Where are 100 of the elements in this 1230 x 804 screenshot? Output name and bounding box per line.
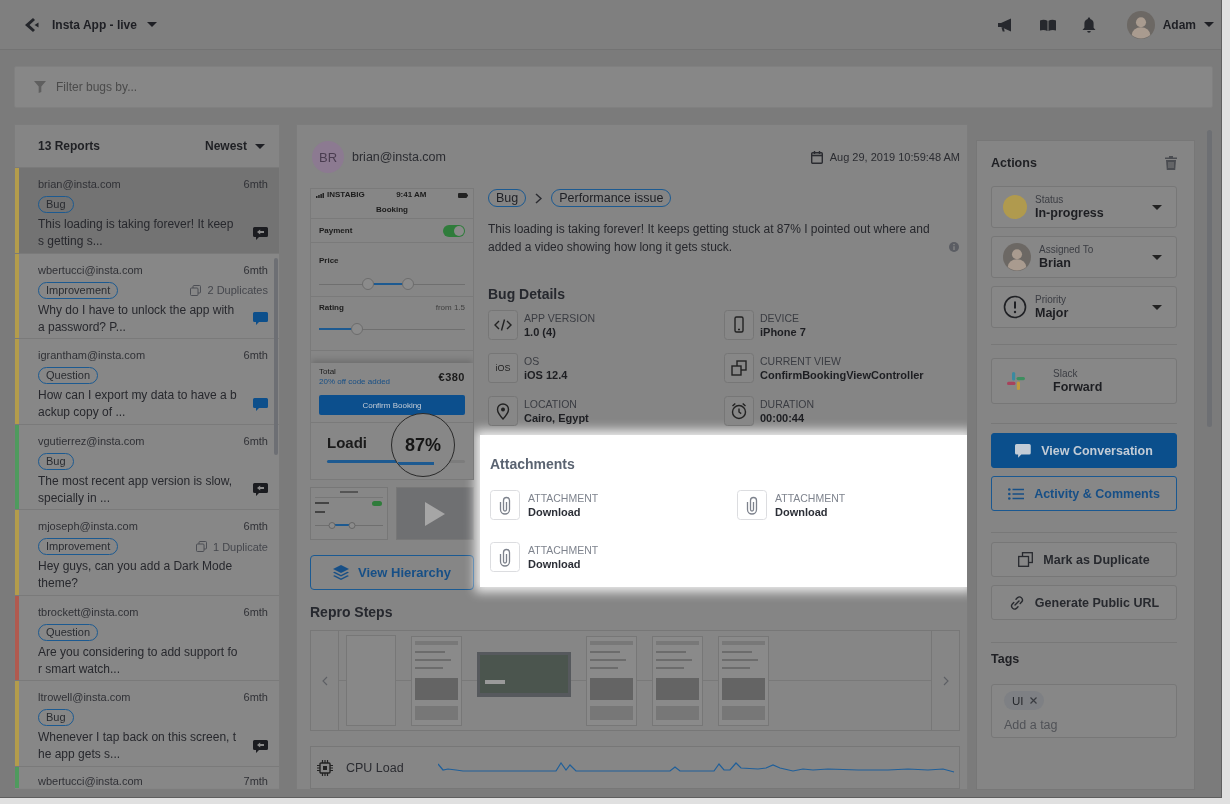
os-tile: iOS — [488, 353, 518, 383]
screen-thumbnail-drawing[interactable] — [310, 487, 388, 540]
setting-label: Price — [319, 256, 339, 265]
chevron-left-icon — [321, 675, 328, 686]
report-description: This loading is taking forever! It keeps getting stuck at 87% I pointed out where and added a video showing how long it gets stuck. — [488, 221, 931, 256]
step-screen-drawing[interactable] — [652, 635, 703, 726]
chevron-right-icon — [535, 192, 543, 204]
status-dropdown[interactable]: Status In-progress — [991, 186, 1177, 228]
alarm-clock-icon — [724, 396, 754, 426]
step-screen-drawing[interactable] — [586, 635, 637, 726]
detail-label: LOCATION — [524, 397, 578, 411]
attachment-label: ATTACHMENT — [775, 491, 846, 505]
trash-icon — [1165, 156, 1177, 170]
section-title: Attachments — [490, 456, 576, 472]
megaphone-icon[interactable] — [996, 17, 1013, 32]
detail-label: DEVICE — [760, 311, 801, 325]
discount-note: 20% off code added — [319, 377, 391, 387]
report-age: 6mth — [243, 263, 268, 276]
activity-comments-button[interactable]: Activity & Comments — [991, 476, 1177, 511]
tag-chip[interactable]: UI — [1004, 691, 1044, 710]
signal-icon — [316, 192, 324, 198]
paperclip-icon — [737, 490, 767, 520]
total-amount: €380 — [438, 371, 465, 383]
squares-icon — [724, 353, 754, 383]
step-screen-drawing[interactable] — [411, 635, 462, 726]
section-title: Actions — [991, 156, 1037, 170]
report-item[interactable]: mjoseph@insta.com 6mth Improvement 1 Duplicate Hey guys, can you add a Dark Mode theme? — [15, 510, 279, 596]
report-age: 6mth — [243, 349, 268, 361]
phone-icon — [724, 310, 754, 340]
layers-icon — [333, 565, 349, 580]
report-age: 6mth — [243, 605, 268, 618]
detail-value: iPhone 7 — [760, 324, 806, 339]
trash-button[interactable] — [1165, 156, 1177, 170]
setting-hint: from 1.5 — [435, 303, 465, 312]
caret-icon — [1204, 22, 1214, 27]
download-link[interactable]: Download — [528, 504, 581, 519]
screen-title: Booking — [376, 205, 408, 214]
battery-icon — [458, 192, 468, 198]
exclamation-icon — [1003, 295, 1027, 319]
user-avatar-icon — [1126, 10, 1155, 39]
location-pin-icon — [488, 396, 518, 426]
detail-value: iOS 12.4 — [524, 367, 568, 382]
download-link[interactable]: Download — [775, 504, 828, 519]
view-hierarchy-button[interactable]: View Hierarchy — [310, 555, 474, 590]
public-url-button[interactable]: Generate Public URL — [991, 585, 1177, 620]
mark-duplicate-button[interactable]: Mark as Duplicate — [991, 542, 1177, 577]
user-menu-button[interactable]: Adam — [1126, 10, 1214, 39]
report-age: 6mth — [243, 520, 268, 532]
caret-icon — [1152, 304, 1162, 310]
view-conversation-button[interactable]: View Conversation — [991, 433, 1177, 468]
detail-label: APP VERSION — [524, 311, 595, 325]
loading-label: Loadi — [327, 434, 367, 451]
report-item[interactable]: tbrockett@insta.com 6mth Question Are you considering to add support for smart watch... — [15, 595, 279, 681]
report-age: 6mth — [243, 178, 268, 190]
chat-bubble-icon — [1015, 443, 1032, 458]
reporter-email: ltrowell@insta.com — [38, 691, 131, 703]
filter-input[interactable]: Filter bugs by... — [56, 77, 1212, 97]
reporter-email: wbertucci@insta.com — [38, 774, 143, 787]
report-item[interactable]: brian@insta.com 6mth Bug This loading is taking forever! It keeps getting s... — [15, 168, 279, 254]
duplicate-count: 1 Duplicate — [212, 540, 268, 553]
detail-label: CURRENT VIEW — [760, 354, 842, 368]
report-item[interactable]: igrantham@insta.com 6mth Question How can I export my data to have a backup copy of ... — [15, 339, 279, 425]
play-icon — [425, 501, 445, 526]
copy-icon — [195, 541, 207, 552]
assignee-dropdown[interactable]: Assigned To Brian — [991, 236, 1177, 278]
filter-field[interactable]: Filter bugs by... — [14, 66, 1213, 108]
video-thumbnail[interactable] — [396, 487, 474, 540]
caret-icon — [1152, 204, 1162, 210]
link-icon — [1008, 594, 1025, 611]
forward-button[interactable]: Slack Forward — [991, 358, 1177, 404]
total-label: Total — [319, 367, 337, 377]
report-age: 6mth — [243, 434, 268, 447]
app-switcher-button[interactable]: Insta App - live — [52, 17, 157, 32]
book-icon[interactable] — [1039, 18, 1056, 31]
report-item[interactable]: ltrowell@insta.com 6mth Bug Whenever I tap back on this screen, the app gets s... — [15, 681, 279, 767]
step-screen-drawing[interactable] — [477, 652, 571, 709]
reporter-email: vgutierrez@insta.com — [38, 434, 145, 447]
detail-label: DURATION — [760, 397, 815, 411]
paperclip-icon — [490, 490, 520, 520]
sort-dropdown[interactable]: Newest — [204, 139, 265, 153]
app-logo-icon[interactable] — [23, 16, 39, 33]
report-excerpt: Are you considering to add support for smart watch... — [38, 643, 238, 678]
report-item[interactable]: wbertucci@insta.com 6mth Improvement 2 Duplicates Why do I have to unlock the app with a password? P... — [15, 253, 279, 339]
report-item[interactable]: vgutierrez@insta.com 6mth Bug The most recent app version is slow, specially in ... — [15, 424, 279, 510]
paperclip-icon — [490, 542, 520, 572]
filter-icon — [34, 81, 46, 93]
reporter-email: tbrockett@insta.com — [38, 605, 139, 618]
cpu-icon — [317, 759, 333, 776]
hash-logo-icon — [1006, 371, 1026, 391]
report-excerpt: Whenever I tap back on this screen, the app gets s... — [38, 729, 238, 763]
close-icon[interactable] — [1029, 697, 1037, 704]
step-screen-drawing[interactable] — [718, 635, 769, 726]
bell-icon[interactable] — [1081, 16, 1096, 33]
report-excerpt: Hey guys, can you add a Dark Mode theme? — [38, 558, 234, 592]
download-link[interactable]: Download — [528, 556, 581, 571]
priority-dropdown[interactable]: Priority Major — [991, 286, 1177, 328]
report-age: 6mth — [243, 691, 268, 703]
person-avatar-icon — [1003, 243, 1031, 271]
info-icon — [949, 242, 959, 252]
duplicate-count: 2 Duplicates — [207, 284, 268, 296]
